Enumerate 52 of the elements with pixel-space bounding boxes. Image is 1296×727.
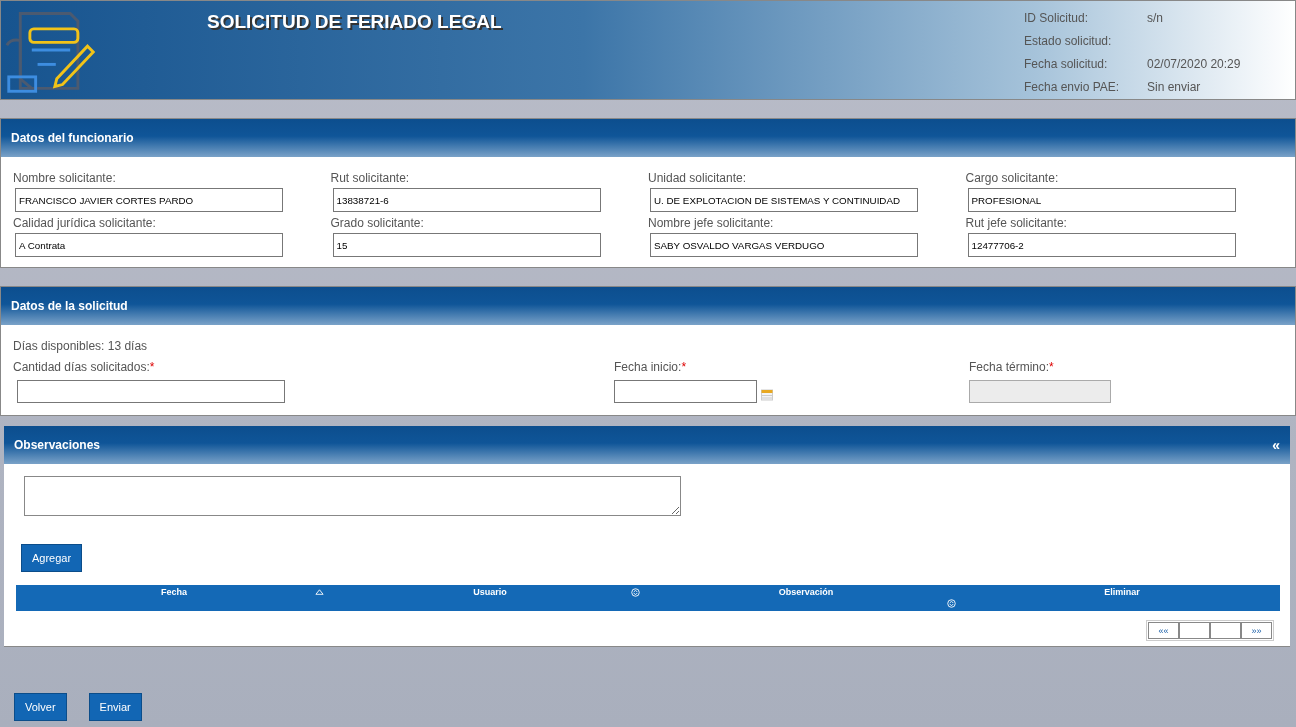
column-header[interactable]: Fecha xyxy=(161,587,187,611)
last-page-button[interactable]: »» xyxy=(1241,622,1272,639)
info-value: Sin enviar xyxy=(1147,79,1202,95)
field-label: Grado solicitante: xyxy=(330,216,425,231)
action-button[interactable]: Enviar xyxy=(88,693,142,721)
section-title: Datos del funcionario xyxy=(11,131,134,145)
field-label: Unidad solicitante: xyxy=(648,171,748,186)
required-mark: * xyxy=(681,360,687,374)
field-label: Nombre jefe solicitante: xyxy=(648,216,775,231)
info-value: 02/07/2020 20:29 xyxy=(1147,56,1242,72)
page-button[interactable] xyxy=(1210,622,1241,639)
field-label: Rut solicitante: xyxy=(330,171,411,186)
column-header[interactable]: Eliminar xyxy=(1104,587,1140,611)
field-label: Fecha inicio: xyxy=(614,360,682,374)
collapse-button[interactable]: « xyxy=(1272,437,1280,453)
input-field[interactable] xyxy=(17,380,285,403)
column-header[interactable]: Usuario xyxy=(473,587,507,611)
input-field[interactable] xyxy=(614,380,757,403)
available-days-text: Días disponibles: 13 días xyxy=(13,339,149,354)
field-label: Cantidad días solicitados: xyxy=(13,360,150,374)
sort-ascending-icon[interactable] xyxy=(315,588,324,597)
text-field[interactable]: SABY OSVALDO VARGAS VERDUGO xyxy=(650,233,918,257)
sort-icon[interactable] xyxy=(947,599,956,608)
action-button[interactable]: Volver xyxy=(14,693,67,721)
info-label: Fecha solicitud: xyxy=(1024,56,1109,72)
info-label: ID Solicitud: xyxy=(1024,10,1090,26)
text-field[interactable]: 13838721-6 xyxy=(332,188,601,212)
info-label: Estado solicitud: xyxy=(1024,33,1113,49)
first-page-button[interactable]: «« xyxy=(1148,622,1179,639)
field-label: Nombre solicitante: xyxy=(13,171,117,186)
column-header[interactable]: Observación xyxy=(778,587,834,611)
text-field[interactable]: 15 xyxy=(332,233,601,257)
field-label: Rut jefe solicitante: xyxy=(965,216,1068,231)
add-button[interactable]: Agregar xyxy=(21,544,83,572)
text-field[interactable]: U. DE EXPLOTACION DE SISTEMAS Y CONTINUIDAD xyxy=(650,188,918,212)
field-label: Cargo solicitante: xyxy=(965,171,1060,186)
required-mark: * xyxy=(149,360,155,374)
text-field[interactable]: PROFESIONAL xyxy=(967,188,1236,212)
observation-textarea[interactable] xyxy=(24,476,681,516)
field-label: Fecha término: xyxy=(969,360,1050,374)
page-button[interactable] xyxy=(1179,622,1210,639)
text-field[interactable]: 12477706-2 xyxy=(967,233,1236,257)
info-value: s/n xyxy=(1147,10,1164,26)
section-title: Datos de la solicitud xyxy=(11,299,128,313)
section-title: Observaciones xyxy=(14,438,101,452)
required-mark: * xyxy=(1049,360,1054,374)
sort-icon[interactable] xyxy=(631,588,640,597)
page-title: SOLICITUD DE FERIADO LEGAL xyxy=(207,11,502,33)
text-field[interactable]: FRANCISCO JAVIER CORTES PARDO xyxy=(15,188,283,212)
field-label: Calidad jurídica solicitante: xyxy=(13,216,157,231)
info-label: Fecha envio PAE: xyxy=(1024,79,1121,95)
text-field[interactable]: A Contrata xyxy=(15,233,283,257)
